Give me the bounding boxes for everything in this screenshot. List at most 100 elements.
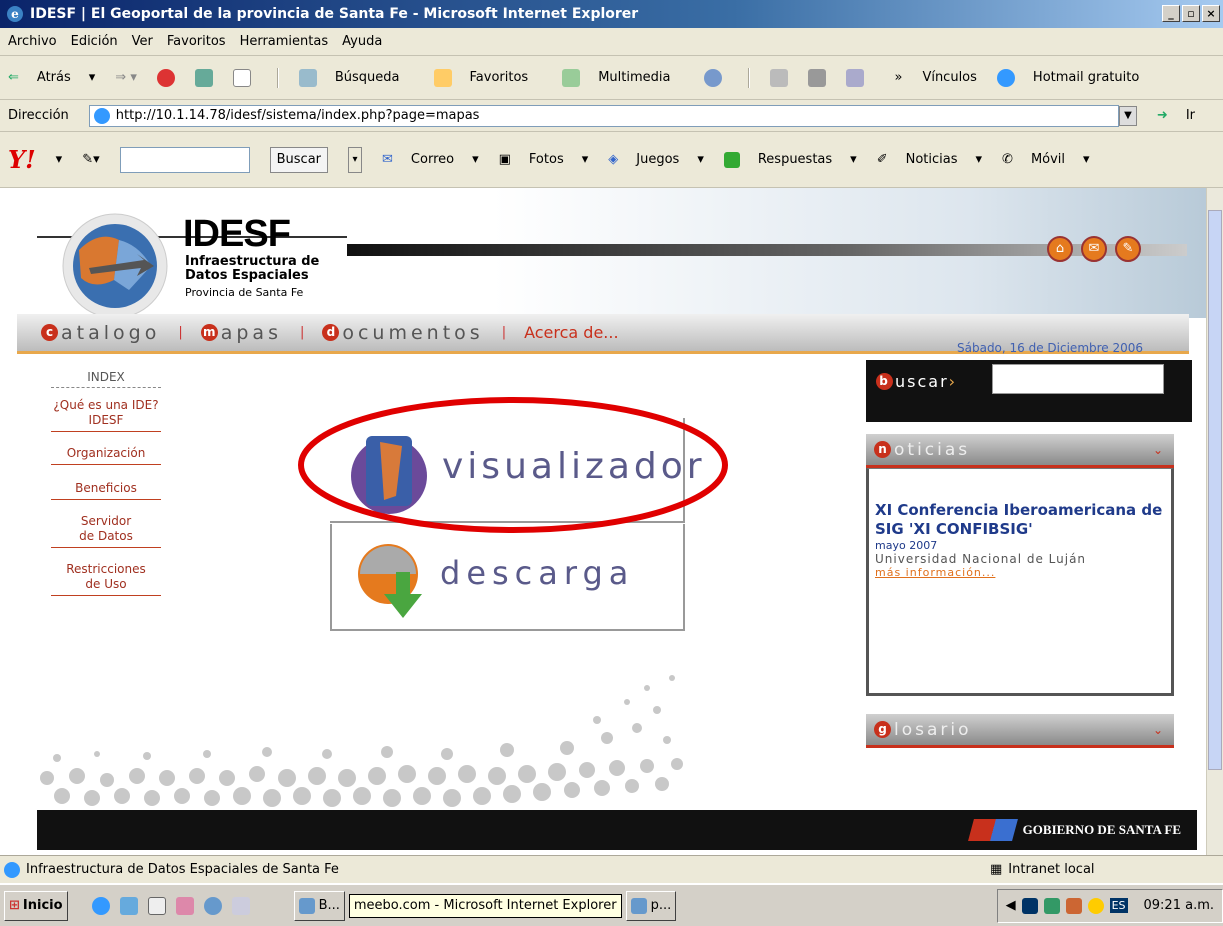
close-button[interactable]: × [1202,5,1220,22]
yahoo-toolbar: Y! ▾ ✎▾ Buscar ▾ ✉ Correo ▾ ▣ Fotos ▾ ◈ Jue… [0,132,1223,188]
speaker-icon[interactable]: ◀ [1006,898,1016,913]
task-button-2[interactable]: p... [625,890,677,921]
dots-decoration [40,675,683,807]
menubar: Archivo Edición Ver Favoritos Herramient… [0,28,1223,56]
news-more-link[interactable]: más información... [875,566,1167,579]
search-panel: b uscar › [866,360,1192,422]
address-label: Dirección [8,108,69,123]
media-icon[interactable] [175,896,194,915]
menu-herramientas[interactable]: Herramientas [240,34,329,49]
footer-text: GOBIERNO DE SANTA FE [1022,822,1181,837]
chevron-down-icon: ⌄ [1152,722,1166,737]
forward-button[interactable]: ⇒ ▾ [115,70,137,85]
news-date: mayo 2007 [875,539,938,552]
menu-favoritos[interactable]: Favoritos [167,34,226,49]
edit-icon[interactable] [846,68,865,87]
envelope-icon: ✉ [382,152,393,167]
refresh-icon[interactable] [194,68,213,87]
site-search-input[interactable] [992,364,1164,394]
home-icon[interactable]: ⌂ [1047,236,1073,262]
tray-icon[interactable] [1065,897,1082,914]
mail-icon[interactable] [770,68,789,87]
date-text: Sábado, 16 de Diciembre 2006 [957,341,1144,355]
print-icon[interactable] [808,68,827,87]
edit-icon[interactable]: ✎ [1115,236,1141,262]
links-label: Vínculos [922,70,977,85]
network-icon[interactable] [1043,897,1060,914]
desktop-icon[interactable] [119,896,138,915]
window-icon [298,897,315,914]
pencil-icon[interactable]: ✎▾ [82,152,99,167]
yahoo-search-input[interactable] [119,146,250,173]
back-arrow-icon: ⇐ [8,70,19,85]
home-icon[interactable] [232,68,251,87]
movil-button[interactable]: ✆ Móvil ▾ [1002,152,1090,167]
email-icon[interactable]: ✉ [1081,236,1107,262]
maximize-button[interactable]: ▫ [1182,5,1200,22]
yahoo-logo-icon[interactable]: Y! [8,145,36,174]
app-icon[interactable] [231,896,250,915]
glosario-panel: g losario ⌄ [866,714,1174,748]
task-button-1[interactable]: B... [293,890,345,921]
zone-text: Intranet local [1008,862,1095,877]
nav-documentos[interactable]: d ocumentos [322,322,483,344]
history-icon[interactable] [704,68,723,87]
sidebar-item-restricciones[interactable]: Restricciones de Uso [51,562,161,596]
logo-subtitle: Infraestructura de Datos Espaciales [185,254,320,283]
yahoo-search-button[interactable]: Buscar [269,146,329,173]
index-title: INDEX [51,370,161,388]
go-button[interactable]: ➜ Ir [1157,108,1209,123]
address-bar: Dirección http://10.1.14.78/idesf/sistem… [0,100,1223,132]
language-indicator[interactable]: ES [1109,898,1128,913]
glosario-header[interactable]: g losario ⌄ [866,714,1174,748]
intranet-icon: ▦ [990,862,1003,877]
smiley-icon[interactable] [1087,897,1104,914]
news-headline[interactable]: XI Conferencia Iberoamericana de SIG 'XI… [875,501,1167,539]
status-bar: Infraestructura de Datos Espaciales de S… [0,855,1223,883]
globe-logo-icon[interactable] [59,210,171,322]
sidebar-item-beneficios[interactable]: Beneficios [51,479,161,500]
answers-icon [723,151,740,168]
address-dropdown-button[interactable]: ▼ [1119,105,1137,126]
noticias-header[interactable]: n oticias ⌄ [866,434,1174,468]
stop-icon[interactable] [156,68,175,87]
noticias-panel: n oticias ⌄ XI Conferencia Iberoamericana … [866,434,1174,696]
sidebar-item-organizacion[interactable]: Organización [51,444,161,465]
menu-edicion[interactable]: Edición [71,34,118,49]
logo-title: IDESF [183,213,291,255]
sidebar-item-servidor[interactable]: Servidor de Datos [51,514,161,548]
multimedia-button[interactable]: Multimedia [562,68,684,87]
messenger-icon[interactable] [203,896,222,915]
news-org: Universidad Nacional de Luján [875,552,1087,566]
menu-ver[interactable]: Ver [132,34,153,49]
window-titlebar: e IDESF | El Geoportal de la provincia d… [0,0,1223,28]
go-arrow-icon: ➜ [1156,108,1168,123]
windows-logo-icon: ⊞ [9,898,20,913]
nav-acerca[interactable]: Acerca de... [524,323,618,342]
tray-app-icon[interactable] [1021,897,1038,914]
vertical-scrollbar[interactable] [1206,188,1223,855]
document-icon[interactable] [147,896,166,915]
start-button[interactable]: ⊞ Inicio [4,890,68,921]
hotmail-link[interactable]: Hotmail gratuito [996,68,1153,87]
favorites-button[interactable]: Favoritos [433,68,543,87]
fotos-button[interactable]: ▣ Fotos ▾ [499,152,589,167]
quicklaunch [91,896,250,915]
sidebar-item-que-es[interactable]: ¿Qué es una IDE? IDESF [51,396,161,432]
back-button[interactable]: ⇐ Atrás ▾ [8,70,95,85]
menu-archivo[interactable]: Archivo [8,34,57,49]
ie-icon[interactable] [91,896,110,915]
juegos-button[interactable]: ◈ Juegos ▾ [608,152,704,167]
respuestas-button[interactable]: Respuestas ▾ [723,151,857,168]
noticias-button[interactable]: ✐ Noticias ▾ [877,152,982,167]
minimize-button[interactable]: _ [1162,5,1180,22]
nav-mapas[interactable]: m apas [200,322,282,344]
correo-button[interactable]: ✉ Correo ▾ [382,152,479,167]
menu-ayuda[interactable]: Ayuda [342,34,382,49]
sidebar: ¿Qué es una IDE? IDESF Organización Bene… [51,396,161,596]
address-input[interactable]: http://10.1.14.78/idesf/sistema/index.ph… [88,104,1120,127]
window-icon [630,897,647,914]
search-button[interactable]: Búsqueda [298,68,414,87]
star-icon [433,68,452,87]
nav-catalogo[interactable]: c atalogo [41,322,160,344]
